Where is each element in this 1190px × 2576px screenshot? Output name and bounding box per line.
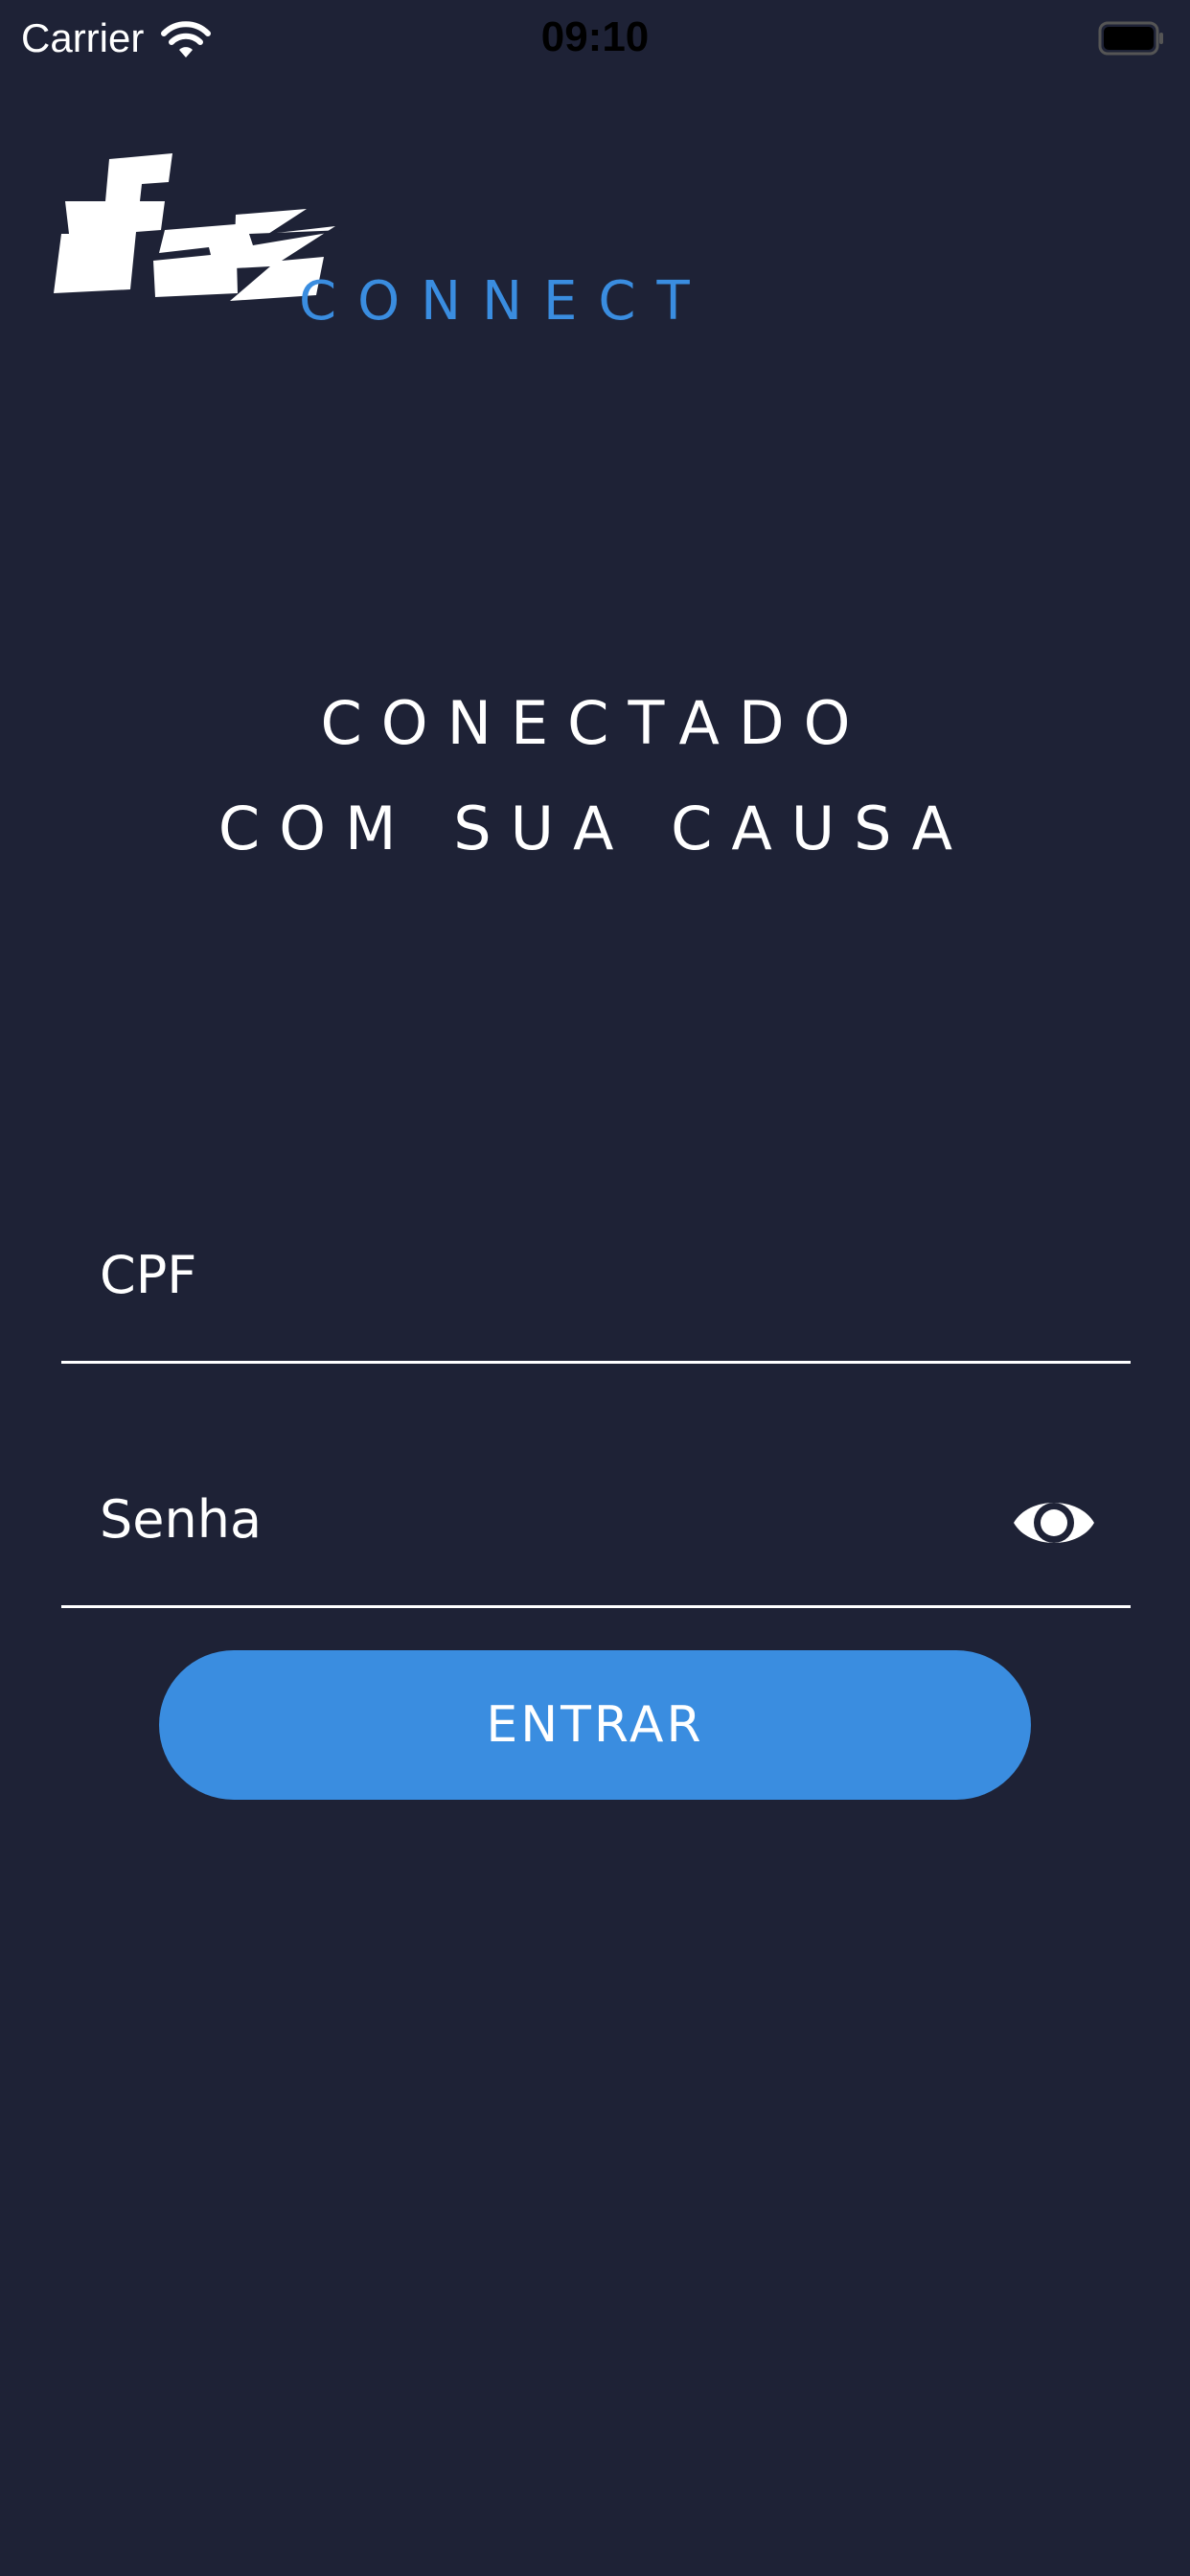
battery-icon: [1098, 21, 1163, 56]
status-bar: Carrier 09:10: [0, 0, 1190, 80]
tagline-line2: COM SUA CAUSA: [217, 794, 973, 863]
connect-wordmark: CONNECT: [299, 270, 711, 333]
tagline: CONECTADO COM SUA CAUSA: [0, 671, 1190, 882]
login-button[interactable]: ENTRAR: [159, 1650, 1031, 1800]
cpf-field: [61, 1217, 1131, 1364]
status-time: 09:10: [540, 13, 650, 60]
eye-icon[interactable]: [1010, 1488, 1098, 1557]
tagline-line1: CONECTADO: [320, 688, 870, 758]
password-input[interactable]: [100, 1461, 962, 1576]
cpf-input[interactable]: [100, 1217, 962, 1332]
faz-connect-logo: CONNECT: [48, 153, 690, 335]
password-field: [61, 1461, 1131, 1608]
